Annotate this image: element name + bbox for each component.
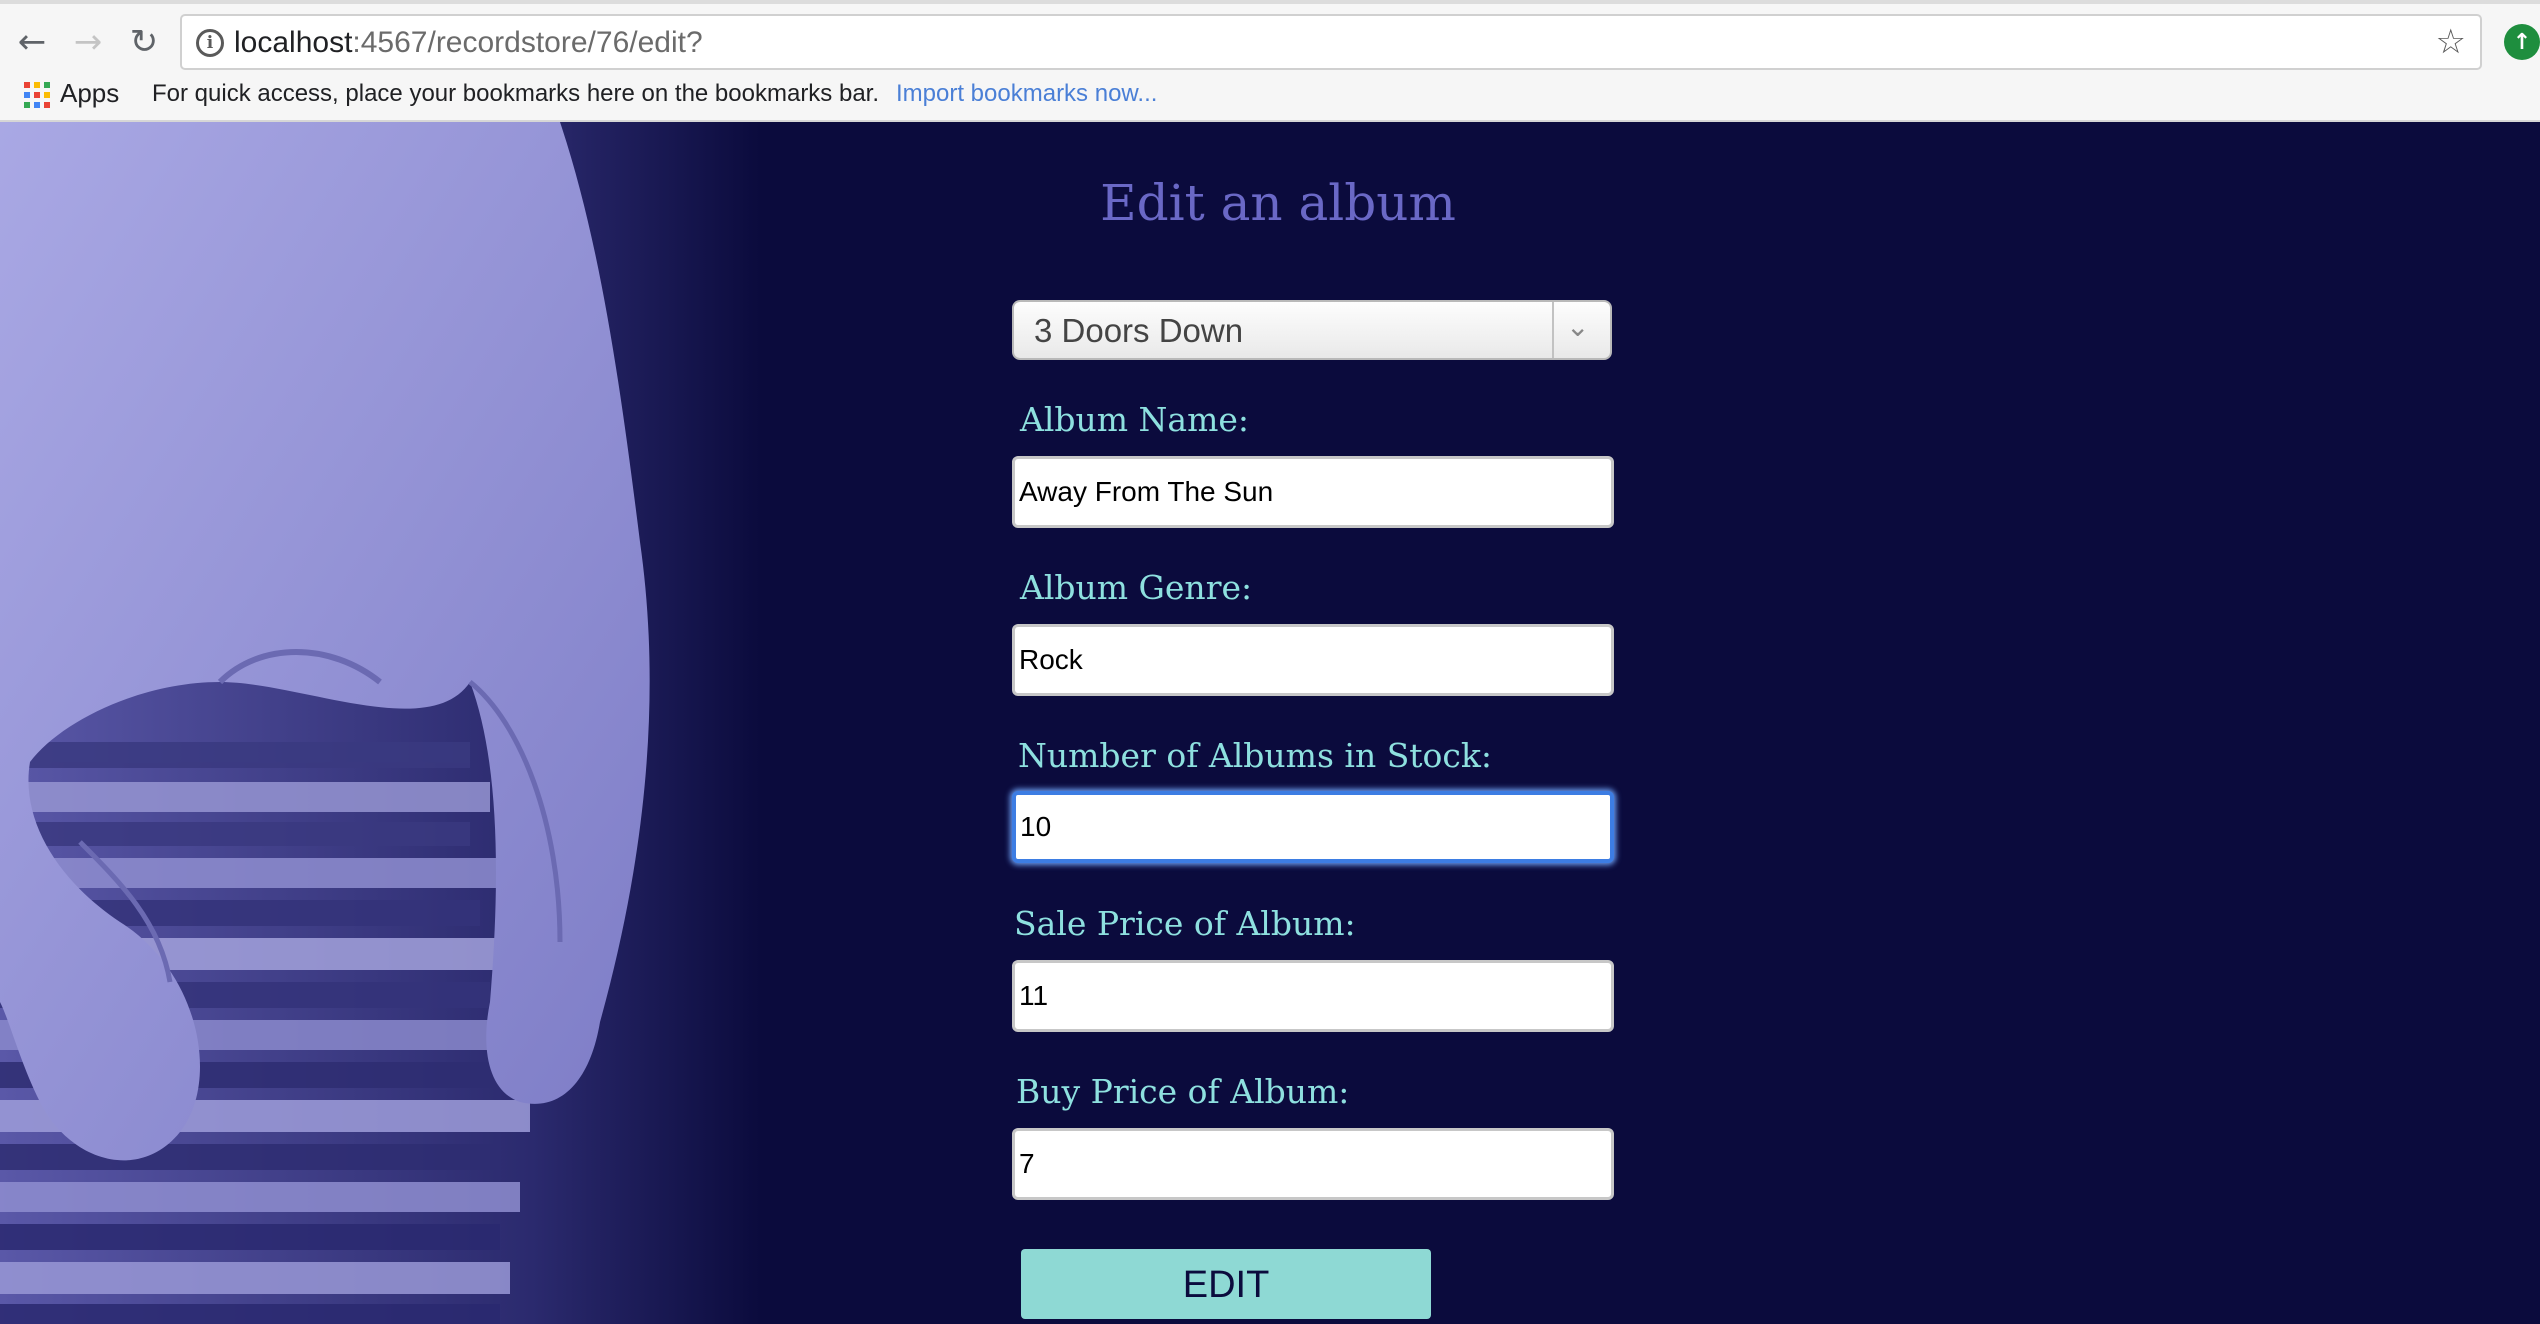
- buy-price-input[interactable]: [1012, 1128, 1614, 1200]
- page-content: Edit an album 3 Doors Down ⌄ Album Name:…: [0, 122, 2540, 1324]
- browser-toolbar: ← → ↻ i localhost:4567/recordstore/76/ed…: [0, 0, 2540, 76]
- apps-label[interactable]: Apps: [60, 78, 119, 109]
- update-icon[interactable]: ↑: [2504, 24, 2540, 60]
- address-bar[interactable]: i localhost:4567/recordstore/76/edit? ☆: [180, 14, 2482, 70]
- import-bookmarks-link[interactable]: Import bookmarks now...: [896, 80, 1157, 108]
- album-name-input[interactable]: [1012, 456, 1614, 528]
- apps-icon[interactable]: [22, 80, 50, 108]
- info-icon[interactable]: i: [196, 29, 224, 57]
- forward-icon[interactable]: →: [66, 20, 110, 64]
- star-icon[interactable]: ☆: [2436, 22, 2466, 62]
- artist-select-value: 3 Doors Down: [1034, 312, 1244, 349]
- stock-label: Number of Albums in Stock:: [1018, 736, 1493, 775]
- reload-icon[interactable]: ↻: [122, 20, 166, 64]
- bookmarks-hint: For quick access, place your bookmarks h…: [152, 80, 880, 107]
- album-genre-input[interactable]: [1012, 624, 1614, 696]
- bookmarks-bar: Apps For quick access, place your bookma…: [0, 76, 2540, 122]
- back-icon[interactable]: ←: [10, 20, 54, 64]
- page-title: Edit an album: [1100, 174, 1456, 232]
- buy-price-label: Buy Price of Album:: [1016, 1072, 1350, 1111]
- sale-price-input[interactable]: [1012, 960, 1614, 1032]
- url-text[interactable]: localhost:4567/recordstore/76/edit?: [234, 26, 703, 60]
- select-divider: [1552, 302, 1554, 358]
- album-genre-label: Album Genre:: [1020, 568, 1253, 607]
- url-host: localhost: [234, 26, 353, 59]
- stock-input[interactable]: [1012, 791, 1614, 863]
- url-path: :4567/recordstore/76/edit?: [352, 26, 703, 59]
- chevron-down-icon[interactable]: ⌄: [1566, 310, 1589, 343]
- background-image: [0, 122, 760, 1324]
- artist-select[interactable]: 3 Doors Down ⌄: [1012, 300, 1612, 360]
- edit-button[interactable]: EDIT: [1021, 1249, 1431, 1319]
- sale-price-label: Sale Price of Album:: [1014, 904, 1356, 943]
- album-name-label: Album Name:: [1020, 400, 1250, 439]
